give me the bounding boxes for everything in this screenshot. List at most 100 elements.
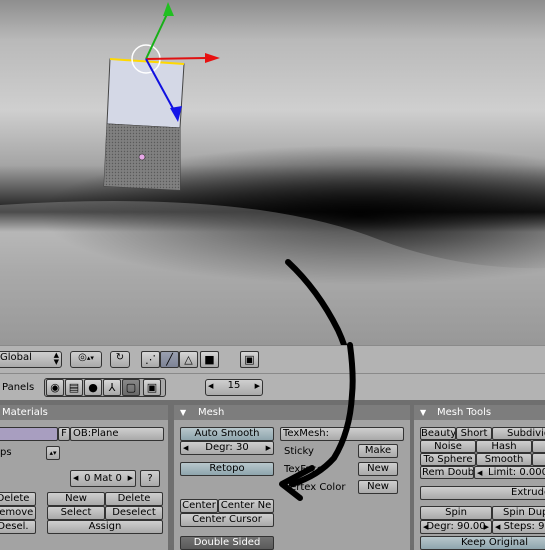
material-help-button[interactable]: ? [140, 470, 160, 487]
occlude-geometry-button[interactable]: ■ [200, 351, 219, 368]
smooth-button[interactable]: Smooth [476, 453, 532, 466]
subdivide-button[interactable]: Subdivid [492, 427, 545, 440]
texmesh-field[interactable]: TexMesh: [280, 427, 404, 441]
spin-degr-value: Degr: 90.00 [426, 521, 486, 532]
pivot-select[interactable]: ◎▴▾ [70, 351, 102, 368]
degr-value: Degr: 30 [205, 442, 249, 453]
mesh-title: Mesh [198, 407, 225, 418]
select-button[interactable]: Select [47, 506, 105, 520]
spin-dup-label: Spin Dup [503, 507, 545, 518]
spin-dup-button[interactable]: Spin Dup [492, 506, 545, 520]
short-toggle[interactable]: Short [456, 427, 492, 440]
sticky-make-button[interactable]: Make [358, 444, 398, 458]
center-new-label: Center Ne [220, 500, 272, 511]
vgroup-delete-button[interactable]: Delete [0, 492, 36, 506]
arrow-left-icon: ◀ [73, 474, 79, 482]
orientation-value: Global [0, 352, 32, 363]
snap-button[interactable]: ↻ [110, 351, 130, 368]
materials-panel-header[interactable]: Materials [0, 405, 168, 420]
beauty-toggle[interactable]: Beauty [420, 427, 456, 440]
center-new-button[interactable]: Center Ne [218, 499, 274, 513]
hash-button[interactable]: Hash [476, 440, 532, 453]
steps-field[interactable]: ◀ Steps: 9 [492, 520, 545, 534]
texface-new-button[interactable]: New [358, 462, 398, 476]
object-name-field[interactable]: OB:Plane [70, 427, 164, 441]
beauty-label: Beauty [421, 428, 456, 439]
assign-button[interactable]: Assign [47, 520, 163, 534]
3d-viewport[interactable] [0, 0, 545, 345]
render-button[interactable]: ▣ [240, 351, 259, 368]
materials-panel: Materials F OB:Plane ps ▴▾ ◀ 0 Mat 0 ▶ ?… [0, 405, 168, 550]
rem-doubles-button[interactable]: Rem Doubl [420, 466, 474, 479]
fake-user-button[interactable]: F [58, 427, 70, 441]
center-button[interactable]: Center [180, 499, 218, 513]
material-name-field[interactable] [0, 427, 58, 441]
frame-number-field[interactable]: ◀ 15 ▶ [205, 379, 263, 396]
xsort-button[interactable] [532, 440, 545, 453]
center-cursor-button[interactable]: Center Cursor [180, 513, 274, 527]
orientation-select[interactable]: Global ▲ ▼ [0, 351, 62, 368]
ps-label: ps [0, 447, 12, 458]
remove-button[interactable]: Remove [0, 506, 36, 520]
scene-tab[interactable]: ▣ [143, 379, 161, 396]
split-button[interactable] [532, 453, 545, 466]
vertex-color-new-button[interactable]: New [358, 480, 398, 494]
editing-tab[interactable]: ▢ [122, 379, 140, 396]
script-icon: ▤ [68, 381, 80, 394]
spin-degr-field[interactable]: ◀ Degr: 90.00 ▶ [420, 520, 492, 534]
logic-tab[interactable]: ◉ [46, 379, 64, 396]
retopo-button[interactable]: Retopo [180, 462, 274, 476]
cube-icon: ■ [204, 353, 215, 366]
arrow-right-icon: ▶ [483, 523, 489, 531]
collapse-triangle-icon: ▼ [420, 408, 427, 417]
face-select-mode-button[interactable]: △ [179, 351, 198, 368]
remove-label: Remove [0, 507, 34, 518]
degr-field[interactable]: ◀ Degr: 30 ▶ [180, 441, 274, 455]
material-index-field[interactable]: ◀ 0 Mat 0 ▶ [70, 470, 136, 487]
spin-button[interactable]: Spin [420, 506, 492, 520]
texface-label: TexFace [284, 464, 323, 475]
double-sided-toggle[interactable]: Double Sided [180, 536, 274, 550]
extrude-button[interactable]: Extrude [420, 486, 545, 500]
deselect-button[interactable]: Deselect [105, 506, 163, 520]
texmesh-label: TexMesh: [283, 428, 330, 439]
script-tab[interactable]: ▤ [65, 379, 83, 396]
vgroup-updown[interactable]: ▴▾ [46, 446, 60, 460]
center-cursor-label: Center Cursor [192, 514, 262, 525]
arrow-left-icon: ◀ [477, 469, 483, 477]
mesh-tools-panel-header[interactable]: ▼ Mesh Tools [414, 405, 545, 420]
arrow-right-icon: ▶ [127, 474, 133, 482]
steps-value: Steps: 9 [503, 521, 545, 532]
mesh-panel: ▼ Mesh Auto Smooth ◀ Degr: 30 ▶ Retopo T… [174, 405, 410, 550]
limit-field[interactable]: ◀ Limit: 0.000 [474, 466, 545, 479]
buttons-header: Panels ◉ ▤ ● ⅄ ▢ ▣ ◀ 15 ▶ [0, 373, 545, 400]
new-material-button[interactable]: New [47, 492, 105, 506]
delete-material-button[interactable]: Delete [105, 492, 163, 506]
collapse-triangle-icon: ▼ [180, 408, 187, 417]
edge-select-mode-button[interactable]: ╱ [160, 351, 179, 368]
edge-icon: ╱ [166, 353, 173, 366]
viewport-header: Global ▲ ▼ ◎▴▾ ↻ ⋰ ╱ △ ■ ▣ [0, 345, 545, 373]
arrow-right-icon: ▶ [265, 444, 271, 452]
auto-smooth-button[interactable]: Auto Smooth [180, 427, 274, 441]
mesh-panel-header[interactable]: ▼ Mesh [174, 405, 410, 420]
vertex-icon: ⋰ [145, 353, 156, 366]
materials-title: Materials [2, 407, 48, 418]
shading-tab[interactable]: ● [84, 379, 102, 396]
to-sphere-button[interactable]: To Sphere [420, 453, 476, 466]
arrow-left-icon: ◀ [423, 523, 429, 531]
buttons-area: Materials F OB:Plane ps ▴▾ ◀ 0 Mat 0 ▶ ?… [0, 400, 545, 550]
spin-label: Spin [445, 507, 467, 518]
make-label: Make [364, 445, 392, 456]
noise-button[interactable]: Noise [420, 440, 476, 453]
updown-icon: ▲ ▼ [53, 351, 59, 366]
rem-doubles-label: Rem Doubl [422, 467, 474, 478]
mesh-tools-title: Mesh Tools [437, 407, 492, 418]
vgroup-deselect-button[interactable]: Desel. [0, 520, 36, 534]
scene-icon: ▣ [146, 381, 158, 394]
vertex-select-mode-button[interactable]: ⋰ [141, 351, 160, 368]
object-tab[interactable]: ⅄ [103, 379, 121, 396]
to-sphere-label: To Sphere [423, 454, 473, 465]
keep-original-toggle[interactable]: Keep Original [420, 536, 545, 550]
question-label: ? [147, 473, 153, 484]
